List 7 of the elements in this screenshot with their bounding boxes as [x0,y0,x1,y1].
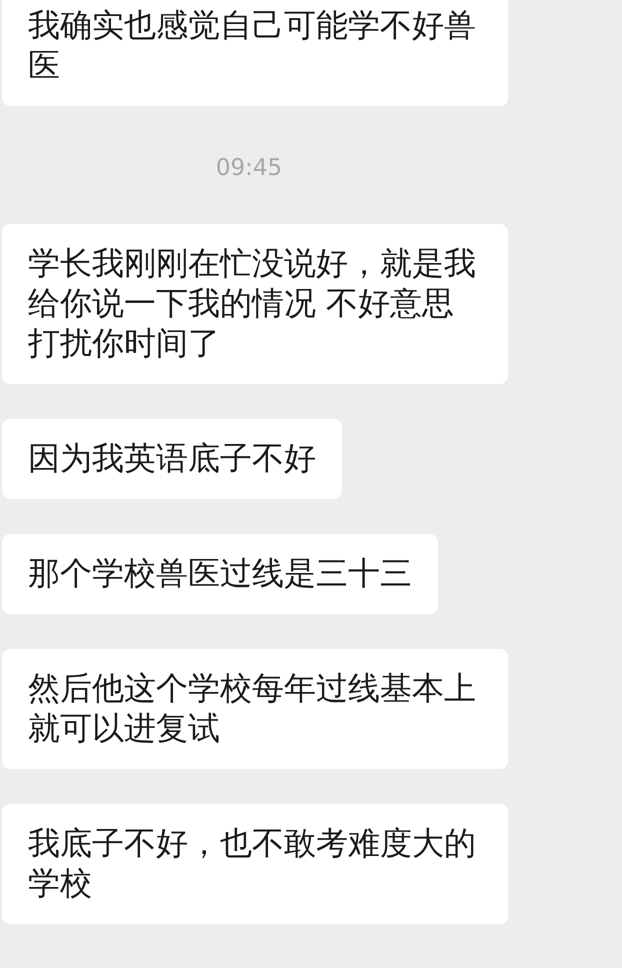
message-bubble: 我底子不好，也不敢考难度大的学校 [2,804,508,924]
timestamp: 09:45 [216,154,282,183]
message-bubble: 那个学校兽医过线是三十三 [2,534,438,614]
message-bubble: 学长我刚刚在忙没说好，就是我给你说一下我的情况 不好意思打扰你时间了 [2,224,508,384]
message-bubble: 因为我英语底子不好 [2,419,342,499]
message-bubble: 然后他这个学校每年过线基本上就可以进复试 [2,649,508,769]
message-bubble: 我确实也感觉自己可能学不好兽医 [2,0,508,106]
